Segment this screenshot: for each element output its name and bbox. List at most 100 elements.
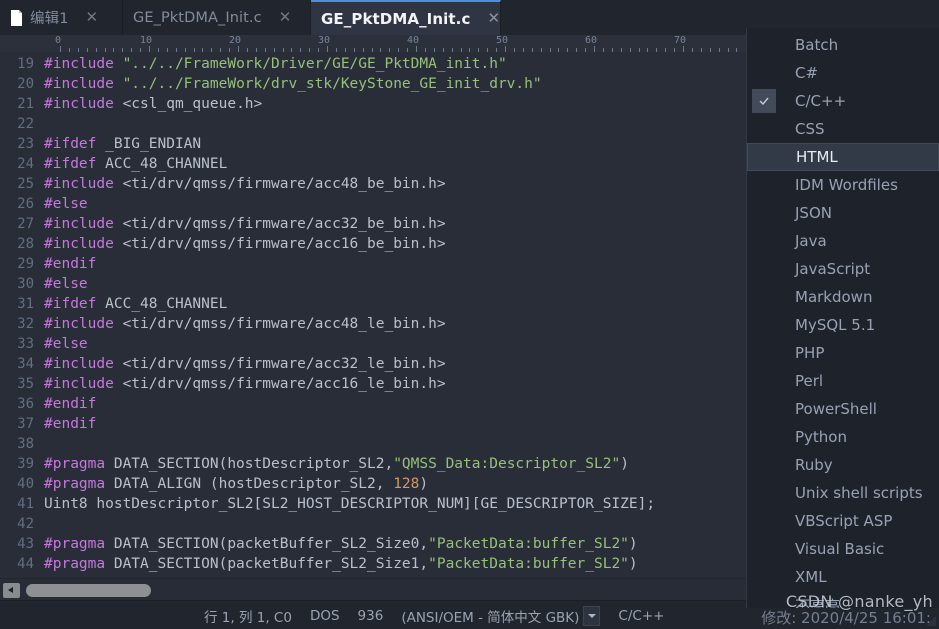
line-number: 32 (17, 316, 34, 332)
close-icon[interactable]: ✕ (277, 10, 294, 25)
menu-item-ruby[interactable]: Ruby (747, 451, 939, 479)
document-icon (10, 9, 23, 26)
code-line[interactable]: 27 #include <ti/drv/qmss/firmware/acc32_b… (0, 214, 746, 234)
close-icon[interactable]: ✕ (84, 10, 101, 25)
close-icon[interactable]: ✕ (485, 11, 502, 26)
line-number: 24 (17, 156, 34, 172)
menu-item-xml[interactable]: XML (747, 563, 939, 591)
editor-window: 编辑1 ✕ GE_PktDMA_Init.c ✕ GE_PktDMA_Init.c ✕ 0… (0, 0, 939, 629)
status-language[interactable]: C/C++ (609, 608, 673, 624)
code-line-text: #include <ti/drv/qmss/firmware/acc32_le_… (44, 354, 746, 374)
line-number: 39 (17, 456, 34, 472)
menu-item-visual-basic[interactable]: Visual Basic (747, 535, 939, 563)
menu-item-c-c++[interactable]: C/C++ (747, 87, 939, 115)
code-line-text: #include <csl_qm_queue.h> (44, 94, 746, 114)
column-ruler: 0 10 20 30 40 50 60 70 (0, 35, 746, 53)
horizontal-scrollbar[interactable] (0, 578, 746, 601)
code-token-plain: ) (628, 536, 638, 552)
code-line[interactable]: 32 #include <ti/drv/qmss/firmware/acc48_l… (0, 314, 746, 334)
code-token-pre: #endif (44, 416, 97, 432)
code-line[interactable]: 28 #include <ti/drv/qmss/firmware/acc16_b… (0, 234, 746, 254)
code-line[interactable]: 42 (0, 514, 746, 534)
menu-item-c#[interactable]: C# (747, 59, 939, 87)
code-line[interactable]: 24 #ifdef ACC_48_CHANNEL (0, 154, 746, 174)
code-line[interactable]: 23 #ifdef _BIG_ENDIAN (0, 134, 746, 154)
tab-0[interactable]: 编辑1 ✕ (0, 0, 123, 35)
code-token-pre: #else (44, 196, 88, 212)
code-line[interactable]: 25 #include <ti/drv/qmss/firmware/acc48_b… (0, 174, 746, 194)
code-line[interactable]: 41 Uint8 hostDescriptor_SL2[SL2_HOST_DESC… (0, 494, 746, 514)
menu-item-json[interactable]: JSON (747, 199, 939, 227)
code-line[interactable]: 40 #pragma DATA_ALIGN (hostDescriptor_SL2… (0, 474, 746, 494)
code-line[interactable]: 20 #include "../../FrameWork/drv_stk/KeyS… (0, 74, 746, 94)
scroll-left-arrow-icon[interactable] (3, 582, 20, 598)
line-number: 20 (17, 76, 34, 92)
code-token-pre: #endif (44, 396, 97, 412)
menu-item-batch[interactable]: Batch (747, 31, 939, 59)
code-token-pre: #include (44, 316, 123, 332)
menu-item-html[interactable]: HTML (747, 143, 939, 171)
ruler-label: 40 (407, 35, 420, 46)
code-line[interactable]: 29 #endif (0, 254, 746, 274)
code-line[interactable]: 38 (0, 434, 746, 454)
horizontal-scrollbar-thumb[interactable] (26, 583, 151, 597)
code-line[interactable]: 26 #else (0, 194, 746, 214)
code-token-pre: #ifdef (44, 296, 106, 312)
tab-1[interactable]: GE_PktDMA_Init.c ✕ (123, 0, 311, 35)
code-line[interactable]: 36 #endif (0, 394, 746, 414)
tab-2[interactable]: GE_PktDMA_Init.c ✕ (311, 0, 501, 35)
code-line-text: #pragma DATA_SECTION(hostDescriptor_SL2,… (44, 454, 746, 474)
code-line-text: #ifdef ACC_48_CHANNEL (44, 154, 746, 174)
menu-item-unix-shell-scripts[interactable]: Unix shell scripts (747, 479, 939, 507)
code-line[interactable]: 43 #pragma DATA_SECTION(packetBuffer_SL2_… (0, 534, 746, 554)
menu-item-vbscript-asp[interactable]: VBScript ASP (747, 507, 939, 535)
code-editor[interactable]: 19 #include "../../FrameWork/Driver/GE/GE… (0, 52, 746, 578)
line-number: 28 (17, 236, 34, 252)
menu-item-label: Visual Basic (795, 540, 885, 558)
code-line[interactable]: 34 #include <ti/drv/qmss/firmware/acc32_l… (0, 354, 746, 374)
code-line[interactable]: 22 (0, 114, 746, 134)
menu-item-java[interactable]: Java (747, 227, 939, 255)
code-line[interactable]: 44 #pragma DATA_SECTION(packetBuffer_SL2_… (0, 554, 746, 574)
code-line-text: #pragma DATA_ALIGN (hostDescriptor_SL2, … (44, 474, 746, 494)
status-encoding-combo[interactable]: (ANSI/OEM - 简体中文 GBK) (392, 605, 609, 626)
syntax-highlight-menu[interactable]: Batch C# C/C++ CSS HTML IDM Wordfiles JSON Java… (746, 28, 939, 608)
line-number: 19 (17, 56, 34, 72)
line-number: 44 (17, 556, 34, 572)
menu-item-label: Markdown (795, 288, 873, 306)
code-token-pre: #include (44, 96, 123, 112)
menu-item-python[interactable]: Python (747, 423, 939, 451)
code-token-plain: DATA_SECTION(hostDescriptor_SL2, (113, 456, 394, 472)
code-line[interactable]: 33 #else (0, 334, 746, 354)
line-number: 31 (17, 296, 34, 312)
code-line[interactable]: 21 #include <csl_qm_queue.h> (0, 94, 746, 114)
menu-item-label: Ruby (795, 456, 833, 474)
menu-item-idm-wordfiles[interactable]: IDM Wordfiles (747, 171, 939, 199)
code-token-pre: #include (44, 236, 123, 252)
menu-item-mysql-5-1[interactable]: MySQL 5.1 (747, 311, 939, 339)
chevron-down-icon[interactable] (583, 605, 601, 626)
ruler-label: 10 (140, 35, 153, 46)
code-line-text: #include "../../FrameWork/Driver/GE/GE_P… (44, 54, 746, 74)
code-line[interactable]: 35 #include <ti/drv/qmss/firmware/acc16_l… (0, 374, 746, 394)
code-line-text: #else (44, 194, 746, 214)
menu-item-php[interactable]: PHP (747, 339, 939, 367)
code-line[interactable]: 31 #ifdef ACC_48_CHANNEL (0, 294, 746, 314)
code-line-text: #pragma DATA_SECTION(packetBuffer_SL2_Si… (44, 554, 746, 574)
menu-item-powershell[interactable]: PowerShell (747, 395, 939, 423)
code-line-text: #include <ti/drv/qmss/firmware/acc48_le_… (44, 314, 746, 334)
code-line[interactable]: 39 #pragma DATA_SECTION(hostDescriptor_SL… (0, 454, 746, 474)
menu-item--[interactable]: 不高亮 (747, 591, 939, 609)
code-line[interactable]: 30 #else (0, 274, 746, 294)
code-line-text: #endif (44, 394, 746, 414)
line-number: 36 (17, 396, 34, 412)
menu-item-perl[interactable]: Perl (747, 367, 939, 395)
code-line[interactable]: 37 #endif (0, 414, 746, 434)
menu-item-css[interactable]: CSS (747, 115, 939, 143)
menu-item-javascript[interactable]: JavaScript (747, 255, 939, 283)
line-number: 34 (17, 356, 34, 372)
menu-item-markdown[interactable]: Markdown (747, 283, 939, 311)
code-line[interactable]: 19 #include "../../FrameWork/Driver/GE/GE… (0, 54, 746, 74)
code-token-plain: <ti/drv/qmss/firmware/acc48_le_bin.h> (122, 316, 446, 332)
code-token-plain: DATA_ALIGN (hostDescriptor_SL2, (113, 476, 394, 492)
